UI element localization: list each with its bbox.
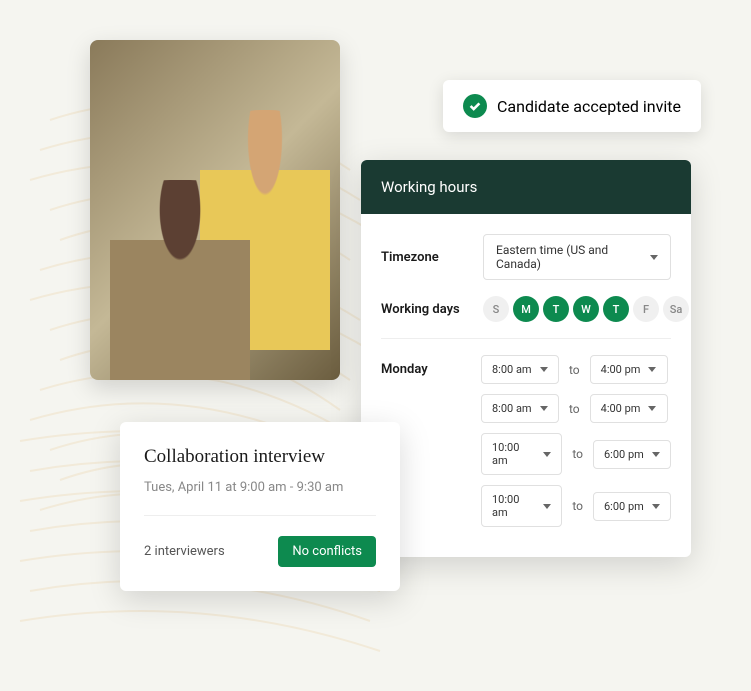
day-pill-sun[interactable]: S <box>483 296 509 322</box>
timezone-value: Eastern time (US and Canada) <box>496 243 650 271</box>
interview-title: Collaboration interview <box>144 446 376 468</box>
divider <box>381 338 671 339</box>
working-days-label: Working days <box>381 302 471 317</box>
caret-down-icon <box>648 406 656 411</box>
day-pill-wed[interactable]: W <box>573 296 599 322</box>
caret-down-icon <box>543 504 551 509</box>
caret-down-icon <box>652 452 660 457</box>
day-name-monday: Monday <box>381 362 471 377</box>
caret-down-icon <box>540 406 548 411</box>
day-pill-sat[interactable]: Sa <box>663 296 689 322</box>
working-hours-title: Working hours <box>361 160 691 214</box>
day-pill-tue[interactable]: T <box>543 296 569 322</box>
time-end-select[interactable]: 6:00 pm <box>593 492 671 521</box>
team-photo <box>90 40 340 380</box>
interview-datetime: Tues, April 11 at 9:00 am - 9:30 am <box>144 480 376 495</box>
caret-down-icon <box>540 367 548 372</box>
working-hours-panel: Working hours Timezone Eastern time (US … <box>361 160 691 557</box>
time-start-select[interactable]: 8:00 am <box>481 394 559 423</box>
status-toast: Candidate accepted invite <box>443 80 701 132</box>
caret-down-icon <box>648 367 656 372</box>
time-end-select[interactable]: 4:00 pm <box>590 355 668 384</box>
timezone-select[interactable]: Eastern time (US and Canada) <box>483 234 671 280</box>
day-pill-fri[interactable]: F <box>633 296 659 322</box>
to-label: to <box>569 402 580 416</box>
interview-card: Collaboration interview Tues, April 11 a… <box>120 422 400 591</box>
to-label: to <box>569 363 580 377</box>
interviewers-count: 2 interviewers <box>144 544 225 559</box>
to-label: to <box>572 447 583 461</box>
timezone-label: Timezone <box>381 250 471 265</box>
days-selector: S M T W T F Sa <box>483 296 689 322</box>
check-circle-icon <box>463 94 487 118</box>
to-label: to <box>572 499 583 513</box>
time-start-select[interactable]: 10:00 am <box>481 485 562 527</box>
caret-down-icon <box>650 255 658 260</box>
status-label: Candidate accepted invite <box>497 97 681 116</box>
no-conflicts-button[interactable]: No conflicts <box>278 536 376 567</box>
day-pill-mon[interactable]: M <box>513 296 539 322</box>
caret-down-icon <box>652 504 660 509</box>
time-end-select[interactable]: 6:00 pm <box>593 440 671 469</box>
time-start-select[interactable]: 10:00 am <box>481 433 562 475</box>
time-end-select[interactable]: 4:00 pm <box>590 394 668 423</box>
day-pill-thu[interactable]: T <box>603 296 629 322</box>
time-start-select[interactable]: 8:00 am <box>481 355 559 384</box>
divider <box>144 515 376 516</box>
caret-down-icon <box>543 452 551 457</box>
